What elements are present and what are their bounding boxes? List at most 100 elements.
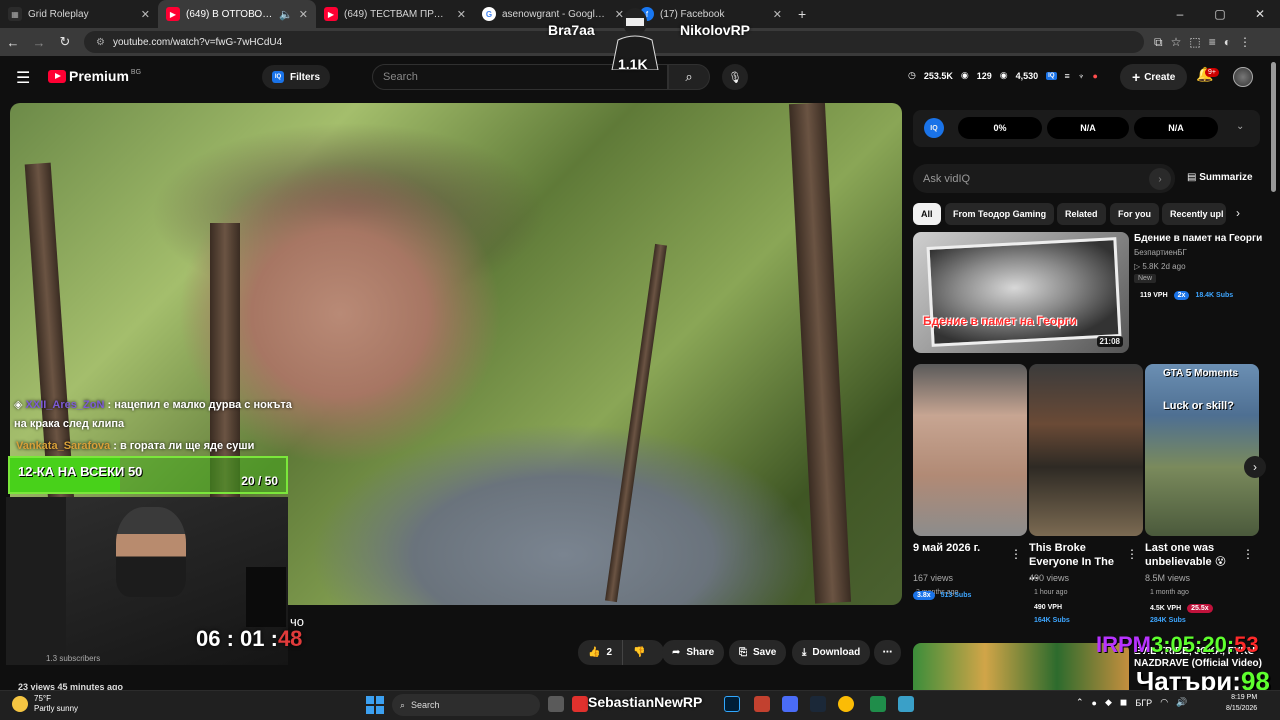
tab-youtube-active[interactable]: ▶ (649) В ОТГОВОР НА КОМЕН 🔈 ✕ (158, 0, 316, 28)
filters-button[interactable]: IQ Filters (262, 65, 331, 89)
donation-goal-bar: 12-КА НА ВСЕКИ 50 20 / 50 (8, 456, 288, 494)
video-title[interactable]: Last one was unbelievable 😵 (1145, 541, 1241, 569)
close-icon[interactable]: ✕ (457, 8, 466, 21)
voice-search-button[interactable]: 🎙 (722, 64, 748, 90)
summarize-button[interactable]: ▤ Summarize (1187, 172, 1253, 183)
forward-icon[interactable]: → (26, 35, 52, 50)
video-thumbnail[interactable]: Бдение в памет на Георги 21:08 (913, 232, 1129, 353)
app-icon[interactable] (754, 696, 770, 712)
close-icon[interactable]: ✕ (141, 8, 150, 21)
chat-message: на крака след клипа (14, 418, 124, 430)
task-view-icon[interactable] (548, 696, 564, 712)
trophy-icon[interactable]: ♆ (1078, 71, 1085, 81)
app-icon[interactable] (782, 696, 798, 712)
chip-all[interactable]: All (913, 203, 941, 225)
video-title[interactable]: Бдение в памет на Георги (1134, 233, 1262, 244)
chip-related[interactable]: Related (1057, 203, 1106, 225)
video-ago: 1 hour ago (1034, 589, 1068, 596)
extensions-icon[interactable]: ⬚ (1189, 35, 1200, 50)
tray-app-icon[interactable]: ● (1092, 698, 1097, 708)
tab-grid-roleplay[interactable]: ▦ Grid Roleplay ✕ (0, 0, 158, 28)
language-indicator[interactable]: БГР (1135, 698, 1152, 708)
video-title[interactable]: 9 май 2026 г. (913, 541, 1009, 555)
site-info-icon[interactable]: ⚙ (96, 37, 105, 48)
save-button[interactable]: ⎘ Save (729, 640, 787, 665)
wifi-icon[interactable]: ◠ (1160, 697, 1168, 708)
new-tab-button[interactable]: + (790, 0, 820, 28)
system-clock[interactable]: 8:19 PM 8/15/2026 (1226, 692, 1257, 714)
ask-vidiq-input[interactable]: Ask vidIQ (913, 164, 1175, 193)
taskbar-search[interactable]: ⌕ Search (392, 694, 540, 716)
carousel-next-button[interactable]: › (1244, 456, 1266, 478)
chrome-icon[interactable] (838, 696, 854, 712)
create-label: Create (1144, 71, 1176, 83)
notification-dot-icon[interactable]: ● (1093, 71, 1098, 81)
chevron-up-icon[interactable]: ⌃ (1076, 697, 1084, 708)
tab-youtube[interactable]: ▶ (649) ТЕСТВАМ ПРОТЕЙНОВИ ✕ (316, 0, 474, 28)
close-icon[interactable]: ✕ (773, 8, 782, 21)
minimize-icon[interactable]: – (1160, 7, 1200, 21)
vidiq-score: 0% (958, 117, 1042, 139)
steam-icon[interactable] (810, 696, 826, 712)
search-button[interactable]: ⌕ (668, 64, 710, 90)
volume-icon[interactable]: 🔊 (1176, 697, 1187, 708)
youtube-logo[interactable]: Premium BG (48, 68, 141, 84)
notepad-icon[interactable] (898, 696, 914, 712)
youtube-app-icon[interactable] (572, 696, 588, 712)
vidiq-stats: 490 VPH (1034, 604, 1062, 611)
channel-name[interactable]: БезпартиенБГ (1134, 248, 1187, 257)
tray-app-icon[interactable]: ◼ (1120, 697, 1127, 708)
download-icon: ⤓ (802, 647, 807, 658)
overlay-right-name: NikolovRP (680, 22, 751, 38)
weather-widget[interactable]: 75°F Partly sunny (12, 694, 78, 714)
tray-app-icon[interactable]: ◆ (1105, 697, 1112, 708)
cast-icon[interactable]: ⧉ (1154, 35, 1163, 50)
maximize-icon[interactable]: ▢ (1200, 7, 1240, 21)
weather-desc: Partly sunny (34, 704, 79, 713)
chat-text: : в гората ли ще яде суши (113, 440, 255, 452)
chevron-right-icon[interactable]: › (1236, 206, 1240, 220)
avatar[interactable] (1233, 67, 1253, 87)
close-window-icon[interactable]: ✕ (1240, 7, 1280, 21)
ask-send-button[interactable]: › (1149, 168, 1171, 190)
menu-icon[interactable]: ⋮ (1239, 35, 1251, 50)
photoshop-icon[interactable] (724, 696, 740, 712)
list-icon[interactable]: ≡ (1065, 71, 1070, 81)
chip-for-you[interactable]: For you (1110, 203, 1159, 225)
more-vertical-icon[interactable]: ⋮ (1010, 547, 1022, 561)
more-vertical-icon[interactable]: ⋮ (1242, 547, 1254, 561)
dislike-button[interactable]: 👎 (623, 647, 655, 658)
chip-from-channel[interactable]: From Теодор Gaming (945, 203, 1055, 225)
like-button[interactable]: 👍 2 (578, 640, 624, 665)
vidiq-stats: 284K Subs (1150, 617, 1186, 624)
more-actions-button[interactable]: ⋯ (874, 640, 901, 665)
profile-icon[interactable]: ◐ (1224, 35, 1231, 50)
windows-start-button[interactable] (366, 696, 384, 714)
back-icon[interactable]: ← (0, 35, 26, 50)
mute-icon[interactable]: 🔈 (279, 8, 293, 21)
app-icon[interactable] (870, 696, 886, 712)
create-button[interactable]: + Create (1120, 64, 1188, 90)
reading-list-icon[interactable]: ≡ (1209, 35, 1216, 50)
chip-recently-uploaded[interactable]: Recently upl (1162, 203, 1226, 225)
tree-trunk (788, 103, 852, 604)
reload-icon[interactable]: ↻ (52, 34, 78, 50)
download-button[interactable]: ⤓ Download (792, 640, 871, 665)
chevron-down-icon[interactable]: ⌄ (1236, 121, 1244, 132)
new-badge: New (1134, 274, 1157, 283)
vidiq-icon[interactable]: IQ (1046, 71, 1057, 80)
close-icon[interactable]: ✕ (299, 8, 308, 21)
video-thumbnail[interactable]: GTA 5 Moments Luck or skill? (1145, 364, 1259, 536)
menu-hamburger-icon[interactable]: ☰ (16, 68, 30, 88)
video-thumbnail[interactable] (1029, 364, 1143, 536)
share-button[interactable]: ➦ Share (662, 640, 725, 665)
vph-value: 119 VPH (1140, 292, 1168, 299)
video-thumbnail[interactable] (913, 364, 1027, 536)
thumbnail-text: GTA 5 Moments (1163, 368, 1239, 379)
eye-icon: ◉ (999, 70, 1008, 80)
eye-icon: ◉ (960, 70, 969, 80)
scrollbar[interactable] (1271, 62, 1276, 192)
subs-value: 284K Subs (1150, 617, 1186, 624)
more-vertical-icon[interactable]: ⋮ (1126, 547, 1138, 561)
bookmark-star-icon[interactable]: ☆ (1171, 35, 1182, 50)
